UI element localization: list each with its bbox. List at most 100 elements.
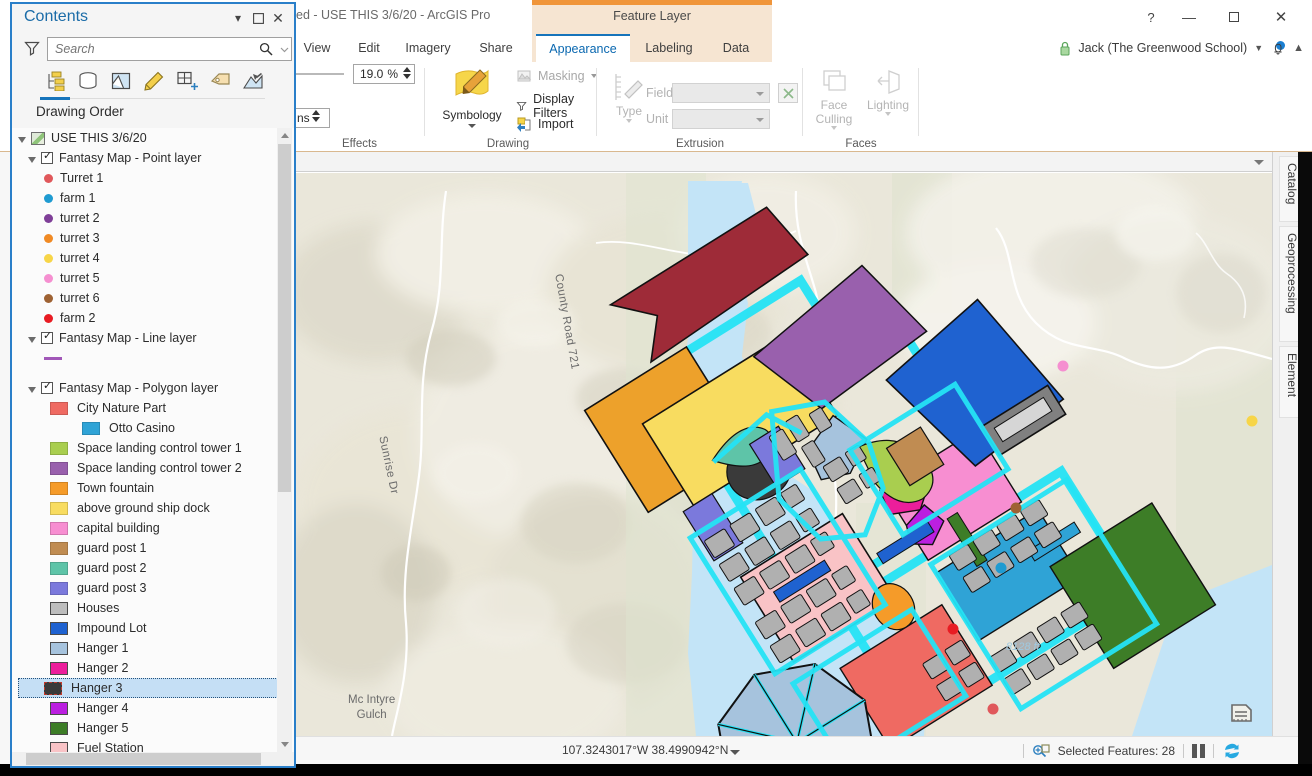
toc-symbol-turret-1[interactable]: Turret 1 (12, 168, 278, 188)
toc-symbol-capital-building[interactable]: capital building (12, 518, 278, 538)
contents-vertical-scrollbar[interactable] (277, 128, 292, 752)
face-culling-chevron-down-icon[interactable] (831, 126, 837, 130)
extrusion-type-chevron-down-icon[interactable] (626, 119, 632, 123)
toc-symbol-space-landing-control-tower-1[interactable]: Space landing control tower 1 (12, 438, 278, 458)
bell-icon[interactable] (1270, 40, 1286, 56)
toc-symbol-line[interactable] (12, 348, 278, 368)
toc-symbol-houses[interactable]: Houses (12, 598, 278, 618)
list-by-data-source-icon[interactable] (73, 66, 103, 96)
effects-units-stepper[interactable] (312, 110, 320, 122)
layer-visibility-checkbox[interactable] (41, 382, 53, 394)
expand-collapse-icon[interactable] (28, 337, 36, 343)
toc-symbol-city-nature-part[interactable]: City Nature Part (12, 398, 278, 418)
scrollbar-thumb[interactable] (26, 753, 261, 765)
extrusion-unit-combo[interactable] (672, 109, 770, 129)
pause-icon[interactable] (1192, 744, 1205, 758)
table-of-contents[interactable]: USE THIS 3/6/20 Fantasy Map - Point laye… (12, 128, 294, 752)
map-view[interactable]: County Road 721 Sunrise Dr Mc IntyreGulc… (296, 152, 1272, 736)
contents-pane-menu-button[interactable]: ▾ (230, 10, 246, 26)
toc-symbol-hanger-4[interactable]: Hanger 4 (12, 698, 278, 718)
toc-symbol-farm-2[interactable]: farm 2 (12, 308, 278, 328)
tab-labeling[interactable]: Labeling (632, 34, 706, 62)
face-culling-button[interactable]: Face Culling (808, 68, 860, 136)
transparency-input[interactable]: 19.0 % (353, 64, 415, 84)
lighting-chevron-down-icon[interactable] (885, 112, 891, 116)
maximize-button[interactable] (1211, 2, 1257, 32)
toc-symbol-hanger-2[interactable]: Hanger 2 (12, 658, 278, 678)
lighting-button[interactable]: Lighting (862, 68, 914, 136)
list-by-labeling-icon[interactable] (205, 66, 235, 96)
toc-layer-polygon[interactable]: Fantasy Map - Polygon layer (12, 378, 278, 398)
toc-symbol-farm-1[interactable]: farm 1 (12, 188, 278, 208)
expand-collapse-icon[interactable] (28, 157, 36, 163)
list-by-snapping-icon[interactable] (172, 66, 202, 96)
chevron-down-icon[interactable] (756, 118, 764, 122)
list-by-selection-icon[interactable] (106, 66, 136, 96)
scroll-down-button[interactable] (277, 737, 292, 752)
close-button[interactable]: ✕ (1258, 2, 1304, 32)
toc-symbol-otto-casino[interactable]: Otto Casino (12, 418, 278, 438)
tab-data[interactable]: Data (710, 34, 762, 62)
ribbon-collapse-chevron-up-icon[interactable]: ▲ (1293, 42, 1304, 54)
transparency-stepper[interactable] (403, 67, 411, 79)
map-canvas[interactable]: County Road 721 Sunrise Dr Mc IntyreGulc… (296, 173, 1272, 736)
scroll-up-button[interactable] (277, 128, 292, 143)
account-user-name[interactable]: Jack (The Greenwood School) (1078, 41, 1247, 55)
search-box[interactable] (47, 37, 292, 61)
toc-symbol-impound-lot[interactable]: Impound Lot (12, 618, 278, 638)
stepper-up-icon[interactable] (403, 67, 411, 72)
stepper-up-icon[interactable] (312, 110, 320, 115)
list-by-charts-icon[interactable] (238, 66, 268, 96)
refresh-icon[interactable] (1222, 742, 1242, 760)
search-chevron-down-icon[interactable] (277, 45, 291, 54)
toc-symbol-space-landing-control-tower-2[interactable]: Space landing control tower 2 (12, 458, 278, 478)
toc-symbol-guard-post-3[interactable]: guard post 3 (12, 578, 278, 598)
search-input[interactable] (48, 41, 255, 57)
import-button[interactable]: Import (516, 116, 573, 132)
minimize-button[interactable]: — (1166, 2, 1212, 32)
toc-symbol-turret-6[interactable]: turret 6 (12, 288, 278, 308)
extrusion-field-combo[interactable] (672, 83, 770, 103)
toc-symbol-guard-post-2[interactable]: guard post 2 (12, 558, 278, 578)
tab-imagery[interactable]: Imagery (392, 34, 464, 62)
list-by-drawing-order-icon[interactable] (40, 66, 70, 96)
toc-layer-line[interactable]: Fantasy Map - Line layer (12, 328, 278, 348)
map-note-icon[interactable] (1230, 703, 1252, 721)
stepper-down-icon[interactable] (312, 117, 320, 122)
account-chevron-down-icon[interactable]: ▼ (1254, 43, 1263, 53)
toc-symbol-hanger-1[interactable]: Hanger 1 (12, 638, 278, 658)
masking-button[interactable]: Masking (516, 68, 597, 84)
coordinates-chevron-down-icon[interactable] (730, 750, 740, 755)
scrollbar-thumb[interactable] (278, 144, 291, 492)
tab-appearance[interactable]: Appearance (536, 34, 630, 62)
contents-pane-dock-button[interactable] (250, 10, 266, 26)
toc-map-node[interactable]: USE THIS 3/6/20 (12, 128, 278, 148)
toc-symbol-town-fountain[interactable]: Town fountain (12, 478, 278, 498)
symbology-chevron-down-icon[interactable] (468, 124, 476, 128)
symbology-button[interactable]: Symbology (436, 66, 508, 140)
toc-symbol-guard-post-1[interactable]: guard post 1 (12, 538, 278, 558)
expand-collapse-icon[interactable] (18, 137, 26, 143)
contents-horizontal-scrollbar[interactable] (12, 752, 294, 766)
tab-view[interactable]: View (288, 34, 346, 62)
contents-pane-close-button[interactable]: ✕ (270, 10, 286, 26)
toc-symbol-fuel-station[interactable]: Fuel Station (12, 738, 278, 752)
toc-symbol-turret-3[interactable]: turret 3 (12, 228, 278, 248)
toc-symbol-hanger-3[interactable]: Hanger 3 (18, 678, 278, 698)
expand-collapse-icon[interactable] (28, 387, 36, 393)
toc-symbol-turret-2[interactable]: turret 2 (12, 208, 278, 228)
toc-symbol-turret-5[interactable]: turret 5 (12, 268, 278, 288)
layer-visibility-checkbox[interactable] (41, 152, 53, 164)
tab-share[interactable]: Share (464, 34, 528, 62)
stepper-down-icon[interactable] (403, 74, 411, 79)
filter-icon[interactable] (24, 40, 40, 56)
extrusion-expression-button[interactable] (778, 83, 798, 103)
tab-edit[interactable]: Edit (346, 34, 392, 62)
toc-symbol-turret-4[interactable]: turret 4 (12, 248, 278, 268)
toc-layer-point[interactable]: Fantasy Map - Point layer (12, 148, 278, 168)
list-by-editing-icon[interactable] (139, 66, 169, 96)
toc-symbol-hanger-5[interactable]: Hanger 5 (12, 718, 278, 738)
map-view-chevron-down-icon[interactable] (1254, 160, 1264, 165)
toc-symbol-above-ground-ship-dock[interactable]: above ground ship dock (12, 498, 278, 518)
search-icon[interactable] (255, 42, 277, 56)
